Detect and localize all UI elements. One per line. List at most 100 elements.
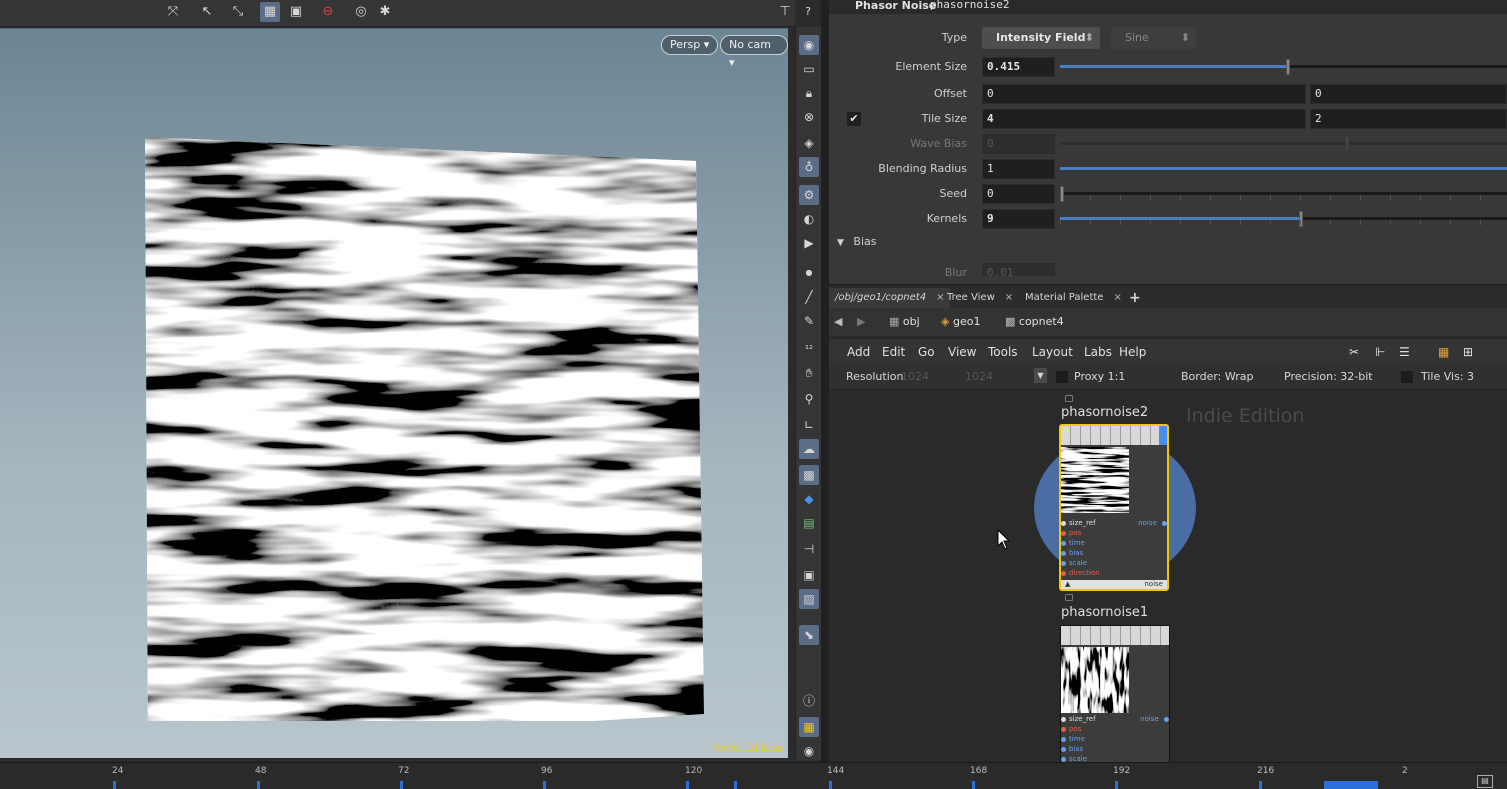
info-icon[interactable]: ⓘ [799,691,819,711]
bias-folder[interactable]: ▼ Bias [837,235,1505,255]
checker-icon[interactable]: ▩ [799,465,819,485]
tile-size-y-field[interactable]: 2 [1310,109,1507,129]
offset-y-field[interactable]: 0 [1310,84,1507,104]
pane-divider[interactable] [821,0,829,762]
blending-radius-slider[interactable] [1060,167,1507,170]
input-port-time[interactable]: time [1061,735,1085,743]
wave-type-menu[interactable]: Sine ⬍ [1111,27,1196,49]
marker-icon[interactable]: ⬊ [799,625,819,645]
list-icon[interactable]: ☰ [1399,345,1410,359]
timeline-options-icon[interactable]: ▤ [1477,775,1493,788]
layout-icon[interactable]: ⊤ [775,2,795,22]
hand-icon[interactable]: ✋︎ [799,363,819,383]
headlight-icon[interactable]: ♁ [799,157,819,177]
playhead-marker[interactable] [734,781,737,789]
blending-radius-field[interactable]: 1 [982,159,1055,179]
persp-button[interactable]: Persp ▾ [661,35,719,55]
tools-icon[interactable]: ✂ [1349,345,1359,359]
keyframe-marker[interactable] [829,781,832,789]
palette-icon[interactable]: ▦ [1438,345,1449,359]
path-copnet[interactable]: ▩ copnet4 [1005,312,1064,332]
menu-edit[interactable]: Edit [882,345,905,359]
tile-size-x-field[interactable]: 4 [982,109,1306,129]
input-port-size-ref[interactable]: size_ref [1061,715,1096,723]
keyframe-marker[interactable] [543,781,546,789]
output-port-noise[interactable]: noise [1140,715,1169,723]
pin-icon[interactable]: ⊣ [799,539,819,559]
snapshot-icon[interactable]: ▣ [286,2,306,22]
ghost-icon[interactable]: ⊗ [799,107,819,127]
frame-icon[interactable]: ▣ [799,565,819,585]
timeline[interactable]: 24 48 72 96 120 144 168 192 216 2 ▤ [0,762,1507,789]
background-icon[interactable]: ▨ [799,589,819,609]
transform-icon[interactable]: ⤡ [228,2,248,22]
menu-labs[interactable]: Labs [1084,345,1112,359]
wave-bias-field[interactable]: 0 [982,134,1055,154]
menu-tools[interactable]: Tools [988,345,1018,359]
lock-icon[interactable] [1065,395,1073,402]
menu-view[interactable]: View [948,345,976,359]
keyframe-marker[interactable] [1115,781,1118,789]
keyframe-marker[interactable] [400,781,403,789]
input-port-bias[interactable]: bias [1061,549,1083,557]
visibility-icon[interactable]: ◐ [799,209,819,229]
help-icon[interactable]: ? [798,2,818,22]
path-geo[interactable]: ◈ geo1 [941,312,980,332]
seed-field[interactable]: 0 [982,184,1055,204]
res-menu-icon[interactable]: ▼ [1034,368,1047,383]
display-icon[interactable]: ▦ [260,2,280,22]
display-flag[interactable] [1159,426,1167,445]
tile-vis-checkbox[interactable] [1401,371,1413,383]
kernels-field[interactable]: 9 [982,209,1055,229]
keyframe-marker[interactable] [113,781,116,789]
render-icon[interactable]: ▶ [799,233,819,253]
keyframe-marker[interactable] [686,781,689,789]
grid-icon[interactable]: ▭ [799,59,819,79]
menu-go[interactable]: Go [918,345,935,359]
shading-icon[interactable]: ⚙ [799,185,819,205]
select-mode-icon[interactable]: ⤧ [163,2,183,22]
cloud-icon[interactable]: ☁ [799,439,819,459]
scene-viewport[interactable]: Persp ▾ No cam ▾ Indie Edition [0,28,788,758]
number-icon[interactable]: ₁₂ [799,337,819,357]
camera-icon[interactable]: ◎ [351,2,371,22]
pen-icon[interactable]: ✎ [799,311,819,331]
eye-icon[interactable]: ◉ [799,741,819,761]
keyframe-marker[interactable] [1259,781,1262,789]
input-port-pos[interactable]: pos [1061,529,1081,537]
collapse-icon[interactable]: ▲ [1061,580,1070,589]
offset-x-field[interactable]: 0 [982,84,1306,104]
blur-field[interactable]: 0.01 [982,263,1055,276]
input-port-pos[interactable]: pos [1061,725,1081,733]
phasornoise1-node[interactable]: size_ref noise pos time bias scale [1060,625,1170,765]
close-icon[interactable]: × [1113,292,1121,303]
tab-material-palette[interactable]: Material Palette × [1019,288,1128,308]
close-icon[interactable]: × [1005,292,1013,303]
output-port-noise[interactable]: noise [1138,519,1167,527]
lock-icon[interactable]: 🔒︎ [799,83,819,103]
keyframe-marker[interactable] [257,781,260,789]
element-size-field[interactable]: 0.415 [982,57,1055,77]
proxy-checkbox[interactable] [1056,371,1068,383]
menu-help[interactable]: Help [1119,345,1146,359]
input-port-bias[interactable]: bias [1061,745,1083,753]
brush-icon[interactable]: ╱ [799,287,819,307]
input-port-scale[interactable]: scale [1061,559,1087,567]
point-icon[interactable]: ● [799,263,819,283]
tab-tree-view[interactable]: Tree View × [941,288,1019,308]
forward-icon[interactable]: ▶ [857,312,865,332]
tree-icon[interactable]: ⊩ [1375,345,1385,359]
image-icon[interactable]: ▤ [799,513,819,533]
input-port-size-ref[interactable]: size_ref [1061,519,1096,527]
grid-view-icon[interactable]: ⊞ [1463,345,1473,359]
menu-add[interactable]: Add [847,345,870,359]
back-icon[interactable]: ◀ [834,312,842,332]
slider-knob[interactable] [1345,136,1349,152]
tile-size-toggle[interactable]: ✔ [847,112,861,126]
stop-icon[interactable]: ⊖ [318,2,338,22]
stamp-icon[interactable]: ⚲ [799,389,819,409]
light-icon[interactable]: ◈ [799,133,819,153]
node-name-field[interactable]: phasornoise2 [930,0,1009,11]
input-port-time[interactable]: time [1061,539,1085,547]
diamond-icon[interactable]: ◆ [799,489,819,509]
